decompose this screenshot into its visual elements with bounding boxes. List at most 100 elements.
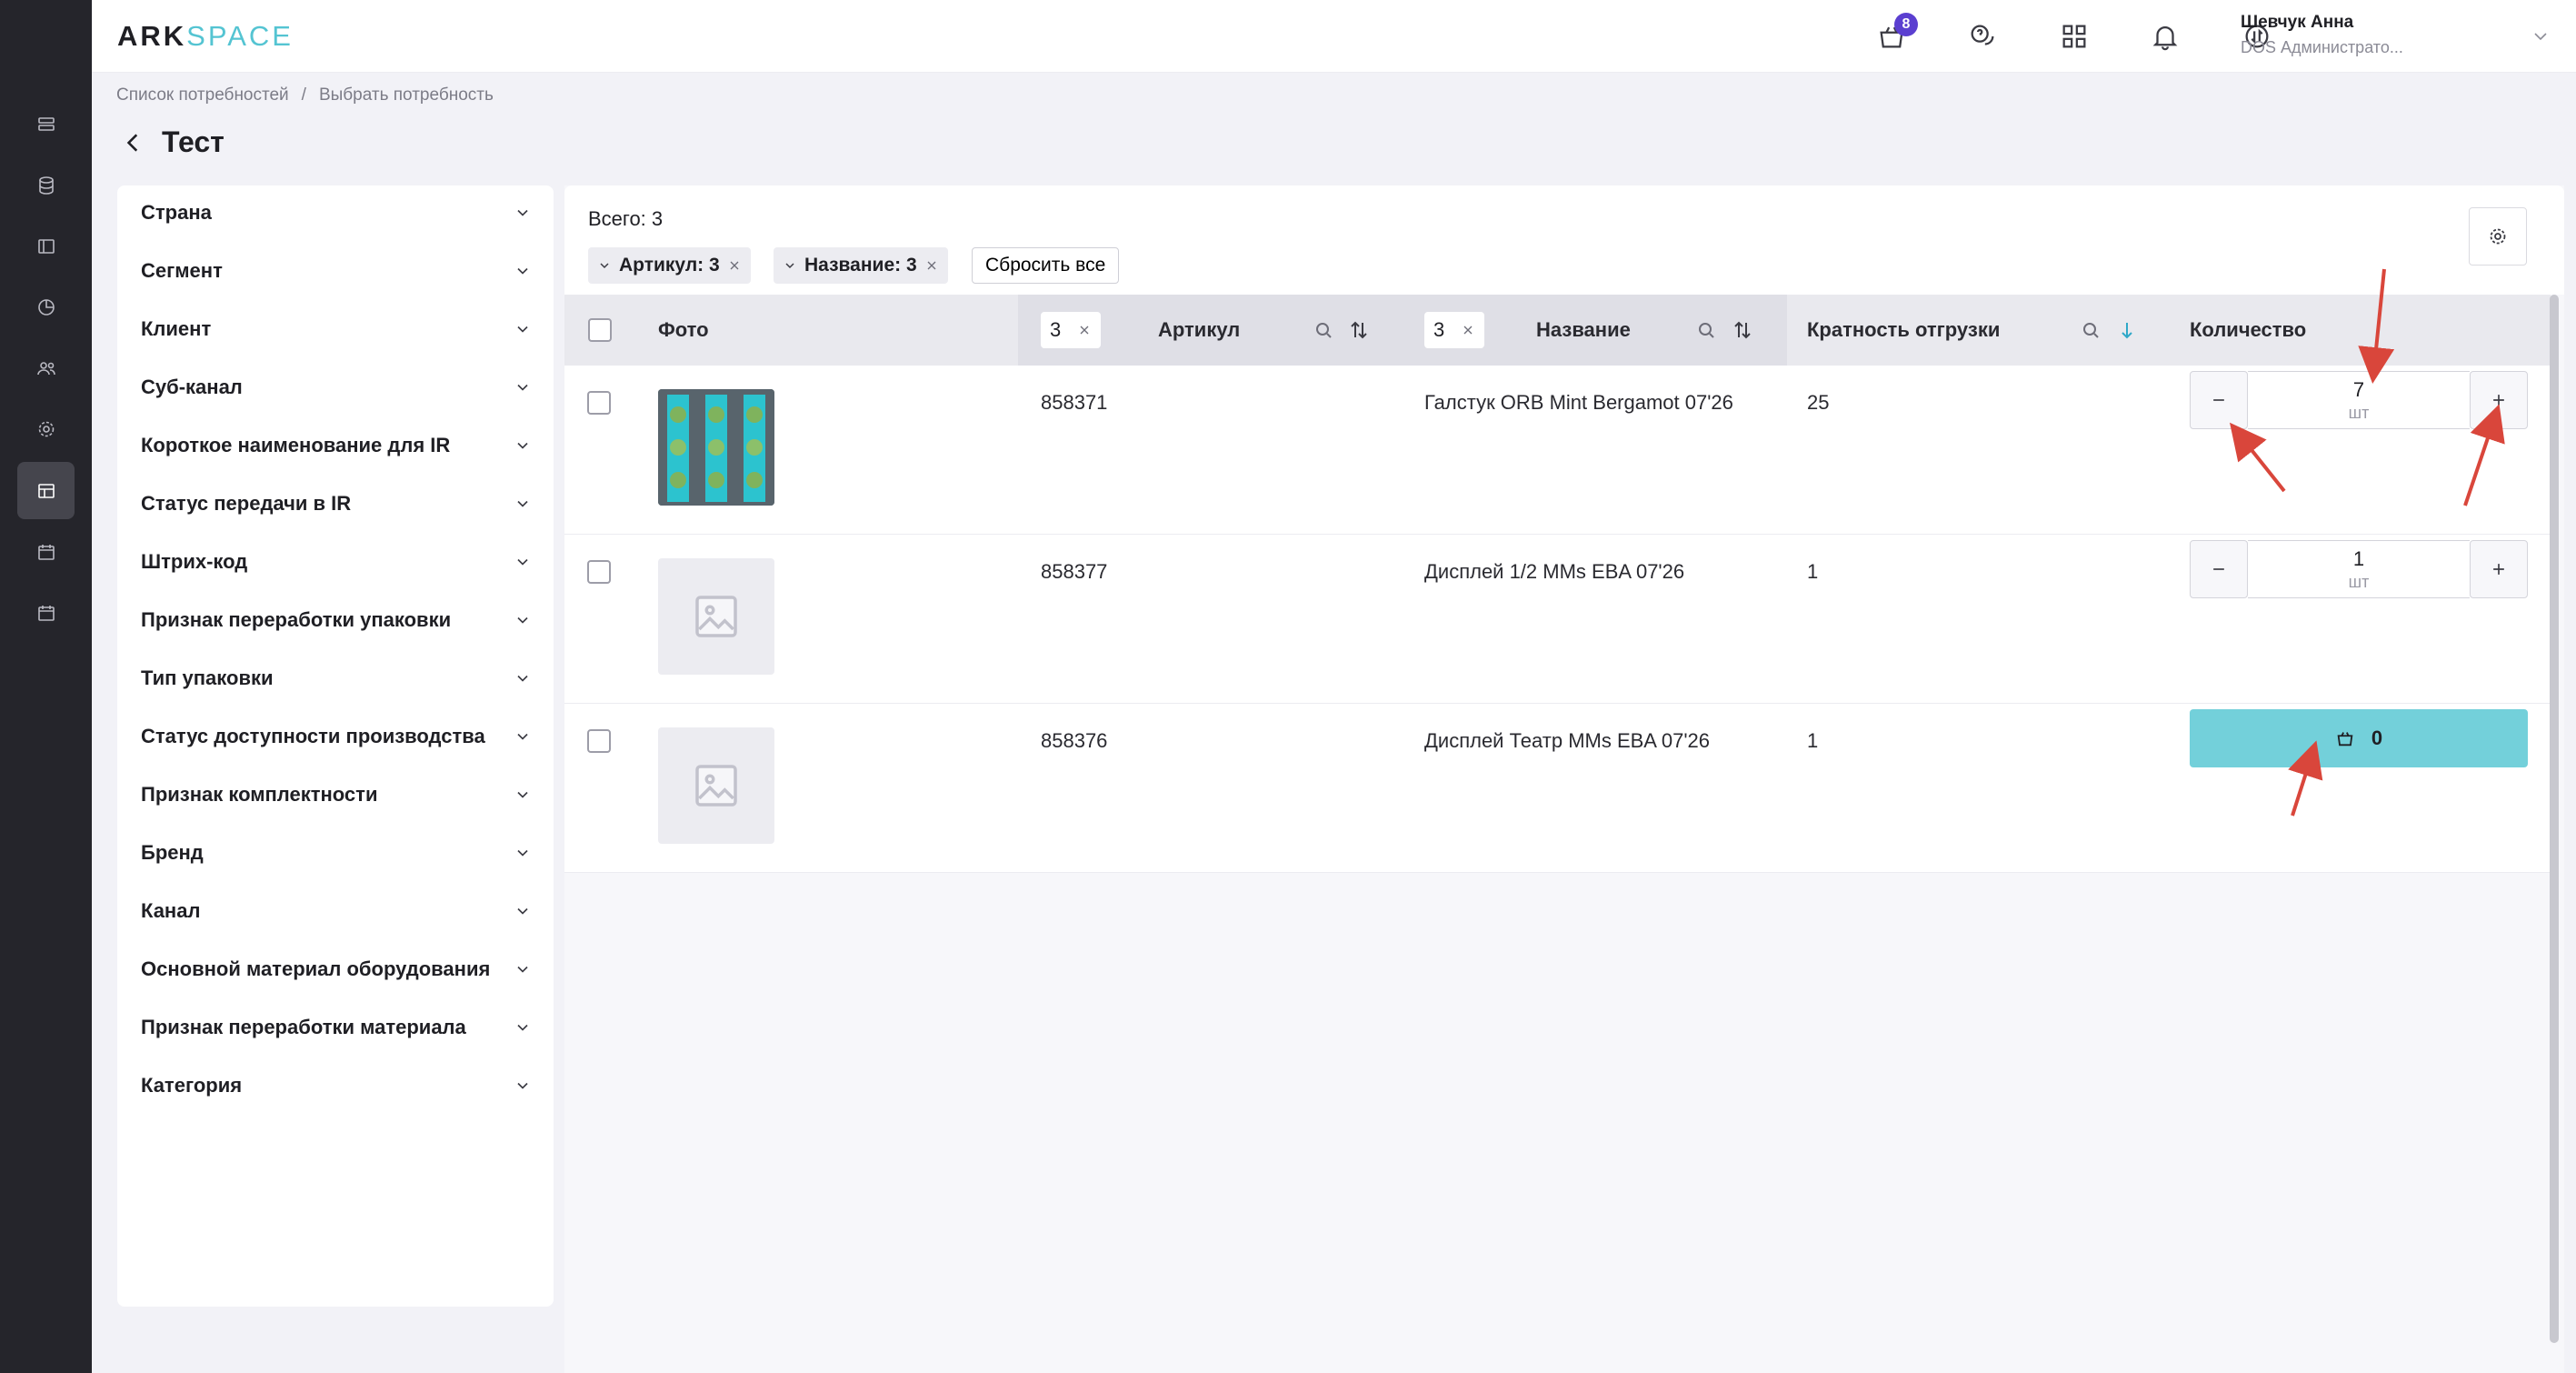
filter-brand[interactable]: Бренд [141, 835, 532, 871]
add-to-cart-button[interactable]: 0 [2190, 709, 2528, 767]
rail-item-layout[interactable] [17, 217, 75, 275]
name-cell: Галстук ORB Mint Bergamot 07'26 [1424, 391, 1733, 414]
sort-descending-icon[interactable] [2116, 319, 2138, 341]
select-all-checkbox[interactable] [588, 318, 612, 342]
chevron-down-icon [517, 209, 528, 216]
minus-icon [2213, 568, 2224, 570]
article-filter-input[interactable]: 3 [1041, 312, 1102, 348]
sort-icon[interactable] [1348, 319, 1370, 341]
row-checkbox[interactable] [587, 729, 611, 753]
filter-category[interactable]: Категория [141, 1067, 532, 1104]
row-checkbox[interactable] [587, 560, 611, 584]
close-icon[interactable] [1461, 323, 1475, 337]
increment-button[interactable] [2470, 371, 2528, 429]
filter-subchannel[interactable]: Суб-канал [141, 369, 532, 406]
row-checkbox[interactable] [587, 391, 611, 415]
database-icon [38, 175, 54, 195]
close-icon[interactable] [924, 258, 939, 273]
quantity-input[interactable]: 1 шт [2248, 540, 2470, 598]
rail-item-users[interactable] [17, 339, 75, 396]
rail-item-settings[interactable] [17, 400, 75, 457]
rail-item-table-edit[interactable] [17, 462, 75, 519]
cart-icon [2337, 732, 2353, 747]
filter-panel: Страна Сегмент Клиент Суб-канал Короткое… [117, 185, 554, 1307]
product-photo[interactable] [658, 389, 774, 506]
column-header-multiplicity[interactable]: Кратность отгрузки [1807, 295, 2000, 366]
table-settings-button[interactable] [2469, 207, 2527, 266]
filter-chip-name[interactable]: Название: 3 [774, 247, 948, 284]
filter-chip-article[interactable]: Артикул: 3 [588, 247, 751, 284]
rail-item-database[interactable] [17, 156, 75, 214]
table-row: 858377 Дисплей 1/2 MMs EBA 07'26 1 1 шт [564, 535, 2551, 704]
product-photo-placeholder[interactable] [658, 727, 774, 844]
chevron-down-icon [517, 1024, 528, 1031]
close-icon[interactable] [727, 258, 742, 273]
multiplicity-cell: 1 [1807, 729, 1819, 752]
table-toolbar: Всего: 3 Артикул: 3 Название: 3 Сбросить… [564, 185, 2564, 295]
product-photo-placeholder[interactable] [658, 558, 774, 675]
calendar-icon [37, 544, 55, 560]
search-icon[interactable] [1695, 319, 1717, 341]
increment-button[interactable] [2470, 540, 2528, 598]
minus-icon [2213, 399, 2224, 401]
close-icon[interactable] [1077, 323, 1092, 337]
filter-ir-short-name[interactable]: Короткое наименование для IR [141, 427, 532, 464]
chevron-down-icon [517, 326, 528, 333]
chevron-down-icon [517, 907, 528, 915]
column-header-name[interactable]: Название [1536, 295, 1631, 366]
breadcrumb-separator: / [301, 85, 306, 105]
decrement-button[interactable] [2190, 540, 2248, 598]
breadcrumb-link-needs-list[interactable]: Список потребностей [116, 85, 289, 105]
cart-button[interactable]: 8 [1872, 13, 1918, 56]
chevron-down-icon [600, 263, 609, 269]
chart-pie-icon [37, 298, 55, 316]
filter-client[interactable]: Клиент [141, 311, 532, 347]
filter-material-recycling[interactable]: Признак переработки материала [141, 1009, 532, 1046]
chat-help-button[interactable] [1962, 16, 2002, 56]
column-header-photo: Фото [658, 318, 709, 341]
apps-grid-button[interactable] [2054, 16, 2094, 56]
rail-item-list-check[interactable] [17, 95, 75, 153]
table-row: 858371 Галстук ORB Mint Bergamot 07'26 2… [564, 366, 2551, 535]
app-logo[interactable]: ARKSPACE [117, 20, 294, 53]
quantity-stepper: 7 шт [2190, 371, 2528, 429]
search-icon[interactable] [1313, 319, 1334, 341]
chevron-down-icon[interactable] [2530, 25, 2551, 47]
image-placeholder-icon [695, 765, 737, 807]
user-menu[interactable]: Шевчук Анна DOS Администрато... [2241, 13, 2422, 57]
name-filter-input[interactable]: 3 [1424, 312, 1485, 348]
filter-packaging-type[interactable]: Тип упаковки [141, 660, 532, 697]
filter-channel[interactable]: Канал [141, 893, 532, 929]
rail-item-chart-pie[interactable] [17, 278, 75, 336]
filter-completeness[interactable]: Признак комплектности [141, 777, 532, 813]
chevron-down-icon [517, 791, 528, 798]
page-title: Тест [162, 125, 225, 158]
chevron-down-icon [517, 558, 528, 566]
decrement-button[interactable] [2190, 371, 2248, 429]
filter-country[interactable]: Страна [141, 195, 532, 231]
search-icon[interactable] [2080, 319, 2102, 341]
reset-all-button[interactable]: Сбросить все [972, 247, 1120, 284]
filter-packaging-recycling[interactable]: Признак переработки упаковки [141, 602, 532, 638]
table-body: 858371 Галстук ORB Mint Bergamot 07'26 2… [564, 366, 2551, 873]
total-count: Всего: 3 [588, 207, 664, 230]
filter-segment[interactable]: Сегмент [141, 253, 532, 289]
filter-barcode[interactable]: Штрих-код [141, 544, 532, 580]
sort-icon[interactable] [1732, 319, 1753, 341]
chevron-down-icon [517, 733, 528, 740]
user-role: DOS Администрато... [2241, 38, 2403, 56]
users-icon [36, 361, 55, 375]
back-arrow-icon[interactable] [122, 131, 145, 155]
plus-icon [2493, 564, 2504, 575]
user-name: Шевчук Анна [2241, 13, 2354, 32]
quantity-input[interactable]: 7 шт [2248, 371, 2470, 429]
rail-item-calendar-1[interactable] [17, 523, 75, 580]
notifications-button[interactable] [2145, 16, 2185, 56]
filter-ir-status[interactable]: Статус передачи в IR [141, 486, 532, 522]
column-header-article[interactable]: Артикул [1158, 295, 1240, 366]
filter-production-status[interactable]: Статус доступности производства [141, 718, 532, 755]
rail-item-calendar-2[interactable] [17, 584, 75, 641]
vertical-scrollbar[interactable] [2550, 295, 2559, 1343]
filter-equipment-material[interactable]: Основной материал оборудования [141, 951, 532, 987]
multiplicity-cell: 25 [1807, 391, 1830, 414]
